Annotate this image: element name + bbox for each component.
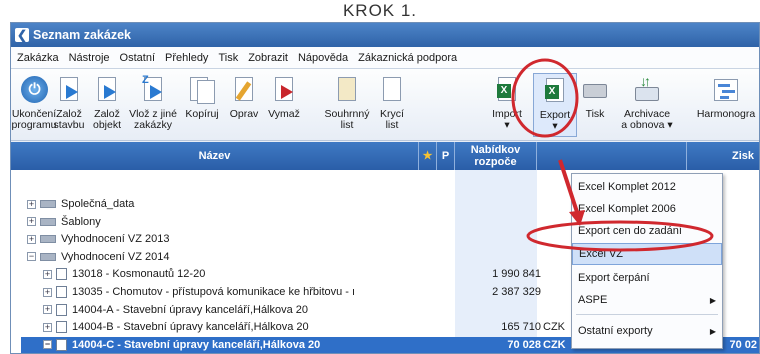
- menu-zakazka[interactable]: Zakázka: [17, 52, 59, 64]
- printer-icon: [580, 75, 610, 105]
- expand-icon[interactable]: +: [43, 269, 52, 279]
- menu-napoveda[interactable]: Nápověda: [298, 52, 348, 64]
- project-file-icon: [56, 338, 67, 351]
- summary-sheet-button[interactable]: Souhrnný list: [323, 73, 371, 137]
- cover-sheet-button[interactable]: Krycí list: [373, 73, 411, 137]
- column-profit[interactable]: Zisk: [687, 142, 759, 170]
- app-window: ❮ Seznam zakázek Zakázka Nástroje Ostatn…: [10, 22, 760, 354]
- column-p[interactable]: P: [437, 142, 455, 170]
- export-dropdown-menu: Excel Komplet 2012 Excel Komplet 2006 Ex…: [571, 173, 723, 349]
- expand-icon[interactable]: +: [27, 199, 36, 209]
- project-file-icon: [56, 303, 67, 316]
- budget-value: 165 710: [501, 321, 541, 334]
- menu-tisk[interactable]: Tisk: [218, 52, 238, 64]
- folder-icon: [40, 200, 56, 208]
- tree-item-label: 14004-B - Stavební úpravy kanceláří,Hálk…: [72, 321, 309, 334]
- project-file-icon: [56, 286, 67, 298]
- tree-item-label: Šablony: [61, 215, 101, 228]
- menu-ostatni[interactable]: Ostatní: [120, 52, 155, 64]
- project-file-icon: [56, 321, 67, 334]
- new-building-button[interactable]: Založ stavbu: [51, 73, 87, 137]
- summary-sheet-icon: [332, 75, 362, 105]
- menu-zobrazit[interactable]: Zobrazit: [248, 52, 288, 64]
- tree-item-label: Společná_data: [61, 198, 135, 210]
- gantt-button[interactable]: Harmonogra: [691, 73, 759, 137]
- expand-icon[interactable]: +: [27, 234, 36, 244]
- submenu-arrow-icon: ▶: [709, 295, 716, 305]
- export-excel-icon: X: [540, 76, 570, 106]
- gantt-icon: [711, 75, 741, 105]
- copy-button[interactable]: Kopíruj: [181, 73, 223, 137]
- expand-icon[interactable]: +: [43, 305, 52, 315]
- step-caption: KROK 1.: [0, 0, 760, 22]
- budget-value: 70 028: [507, 338, 541, 351]
- column-star[interactable]: ★: [419, 142, 437, 170]
- edit-button[interactable]: Oprav: [225, 73, 263, 137]
- menu-item-export-cerpani[interactable]: Export čerpání: [572, 267, 722, 289]
- collapse-icon[interactable]: −: [27, 252, 36, 262]
- delete-icon: [269, 75, 299, 105]
- budget-value: 2 387 329: [492, 286, 541, 298]
- tree-item-label: 13035 - Chomutov - přístupová komunikace…: [72, 286, 356, 298]
- menu-item-ostatni-exporty[interactable]: Ostatní exporty ▶: [572, 320, 722, 342]
- menu-zakaznicka-podpora[interactable]: Zákaznická podpora: [358, 52, 457, 64]
- column-spacer: [537, 142, 687, 170]
- tree-item-label: Vyhodnocení VZ 2013: [61, 233, 170, 246]
- tree-item-label: 14004-C - Stavební úpravy kanceláří,Hálk…: [72, 338, 321, 351]
- delete-button[interactable]: Vymaž: [265, 73, 303, 137]
- expand-icon[interactable]: +: [27, 217, 36, 227]
- collapse-icon[interactable]: −: [43, 340, 52, 350]
- currency-label: CZK: [543, 338, 566, 351]
- import-excel-icon: X: [492, 75, 522, 105]
- print-button[interactable]: Tisk: [579, 73, 611, 137]
- cover-sheet-icon: [377, 75, 407, 105]
- insert-from-order-button[interactable]: Z Vlož z jiné zakázky: [127, 73, 179, 137]
- new-building-icon: [54, 75, 84, 105]
- project-file-icon: [56, 268, 67, 281]
- menu-nastroje[interactable]: Nástroje: [69, 52, 110, 64]
- budget-value: 1 990 841: [492, 268, 541, 281]
- menu-item-excel-komplet-2012[interactable]: Excel Komplet 2012: [572, 176, 722, 198]
- insert-from-order-icon: Z: [138, 75, 168, 105]
- currency-label: CZK: [543, 321, 565, 334]
- menu-bar: Zakázka Nástroje Ostatní Přehledy Tisk Z…: [11, 47, 759, 69]
- tree-item-label: 13018 - Kosmonautů 12-20: [72, 268, 206, 281]
- menu-item-excel-vz[interactable]: Excel VZ: [572, 243, 722, 265]
- toolbar: ⏻ Ukončení programu Založ stavbu Založ o…: [11, 69, 759, 141]
- column-budget[interactable]: Nabídkov rozpoče: [455, 142, 537, 170]
- expand-icon[interactable]: +: [43, 287, 52, 297]
- new-object-icon: [92, 75, 122, 105]
- edit-icon: [229, 75, 259, 105]
- title-bar: ❮ Seznam zakázek: [11, 23, 759, 47]
- folder-icon: [40, 235, 56, 244]
- tree-item-label: 14004-A - Stavební úpravy kanceláří,Hálk…: [72, 303, 309, 316]
- tree-item-label: Vyhodnocení VZ 2014: [61, 250, 170, 263]
- menu-separator: [576, 314, 718, 315]
- folder-icon: [40, 217, 56, 226]
- power-icon: ⏻: [21, 76, 48, 103]
- table-header: Název ★ P Nabídkov rozpoče Zisk: [11, 142, 759, 170]
- export-button[interactable]: X Export ▾: [533, 73, 577, 137]
- copy-icon: [187, 75, 217, 105]
- window-title: Seznam zakázek: [33, 28, 131, 42]
- back-arrow-icon[interactable]: ❮: [15, 28, 29, 42]
- new-object-button[interactable]: Založ objekt: [89, 73, 125, 137]
- menu-item-excel-komplet-2006[interactable]: Excel Komplet 2006: [572, 198, 722, 220]
- archive-button[interactable]: ↓↑ Archivace a obnova ▾: [617, 73, 677, 137]
- menu-item-aspe[interactable]: ASPE ▶: [572, 289, 722, 311]
- expand-icon[interactable]: +: [43, 322, 52, 332]
- menu-prehledy[interactable]: Přehledy: [165, 52, 208, 64]
- profit-value: 70 02: [729, 338, 757, 351]
- archive-icon: ↓↑: [632, 74, 662, 105]
- submenu-arrow-icon: ▶: [709, 326, 716, 336]
- column-name[interactable]: Název: [11, 142, 419, 170]
- menu-item-export-cen-do-zadani[interactable]: Export cen do zadání: [572, 220, 722, 242]
- import-button[interactable]: X Import ▾: [485, 73, 529, 137]
- folder-icon: [40, 252, 56, 261]
